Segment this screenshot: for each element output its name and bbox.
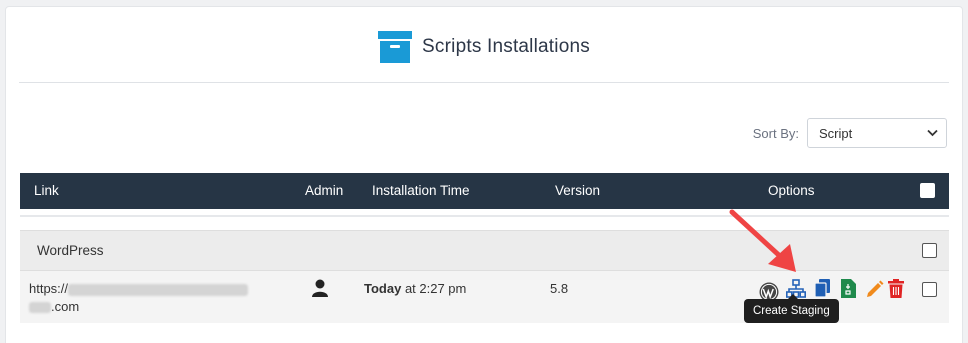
redacted-domain-end xyxy=(29,302,51,314)
sort-label: Sort By: xyxy=(752,125,799,141)
header-divider xyxy=(19,82,949,83)
column-link: Link xyxy=(34,183,59,198)
archive-box-icon xyxy=(378,31,413,63)
remove-icon[interactable] xyxy=(888,279,908,299)
create-staging-tooltip: Create Staging xyxy=(744,294,839,323)
row-checkbox[interactable] xyxy=(922,282,937,297)
column-version: Version xyxy=(555,183,601,198)
version-value: 5.8 xyxy=(550,281,569,296)
page-title: Scripts Installations xyxy=(422,36,590,57)
column-installation-time: Installation Time xyxy=(372,183,470,198)
link-suffix: .com xyxy=(51,299,80,314)
group-row-wordpress: WordPress xyxy=(20,230,949,271)
sort-selected-value: Script xyxy=(819,125,853,141)
backup-icon[interactable] xyxy=(841,279,861,299)
clone-icon[interactable] xyxy=(814,279,835,299)
sort-select[interactable]: Script xyxy=(807,118,947,148)
tooltip-text: Create Staging xyxy=(753,305,830,317)
time-bold: Today xyxy=(364,281,402,296)
time-rest: at 2:27 pm xyxy=(401,281,467,296)
column-options: Options xyxy=(768,183,815,198)
link-prefix: https:// xyxy=(29,281,69,296)
group-name: WordPress xyxy=(37,243,104,258)
redacted-domain xyxy=(68,283,249,296)
page-header: Scripts Installations xyxy=(5,6,963,88)
installation-link[interactable]: https:// .com xyxy=(29,280,249,316)
select-all-checkbox[interactable] xyxy=(920,183,935,198)
column-admin: Admin xyxy=(305,183,344,198)
chevron-down-icon xyxy=(927,129,938,137)
annotation-arrow xyxy=(729,209,796,272)
sort-control: Sort By: Script xyxy=(753,118,947,148)
edit-icon[interactable] xyxy=(866,280,886,300)
group-checkbox[interactable] xyxy=(922,243,937,258)
installation-time: Today at 2:27 pm xyxy=(364,281,466,296)
header-separator xyxy=(20,215,949,217)
table-header: Link Admin Installation Time Version Opt… xyxy=(20,173,949,209)
user-icon[interactable] xyxy=(312,279,328,300)
